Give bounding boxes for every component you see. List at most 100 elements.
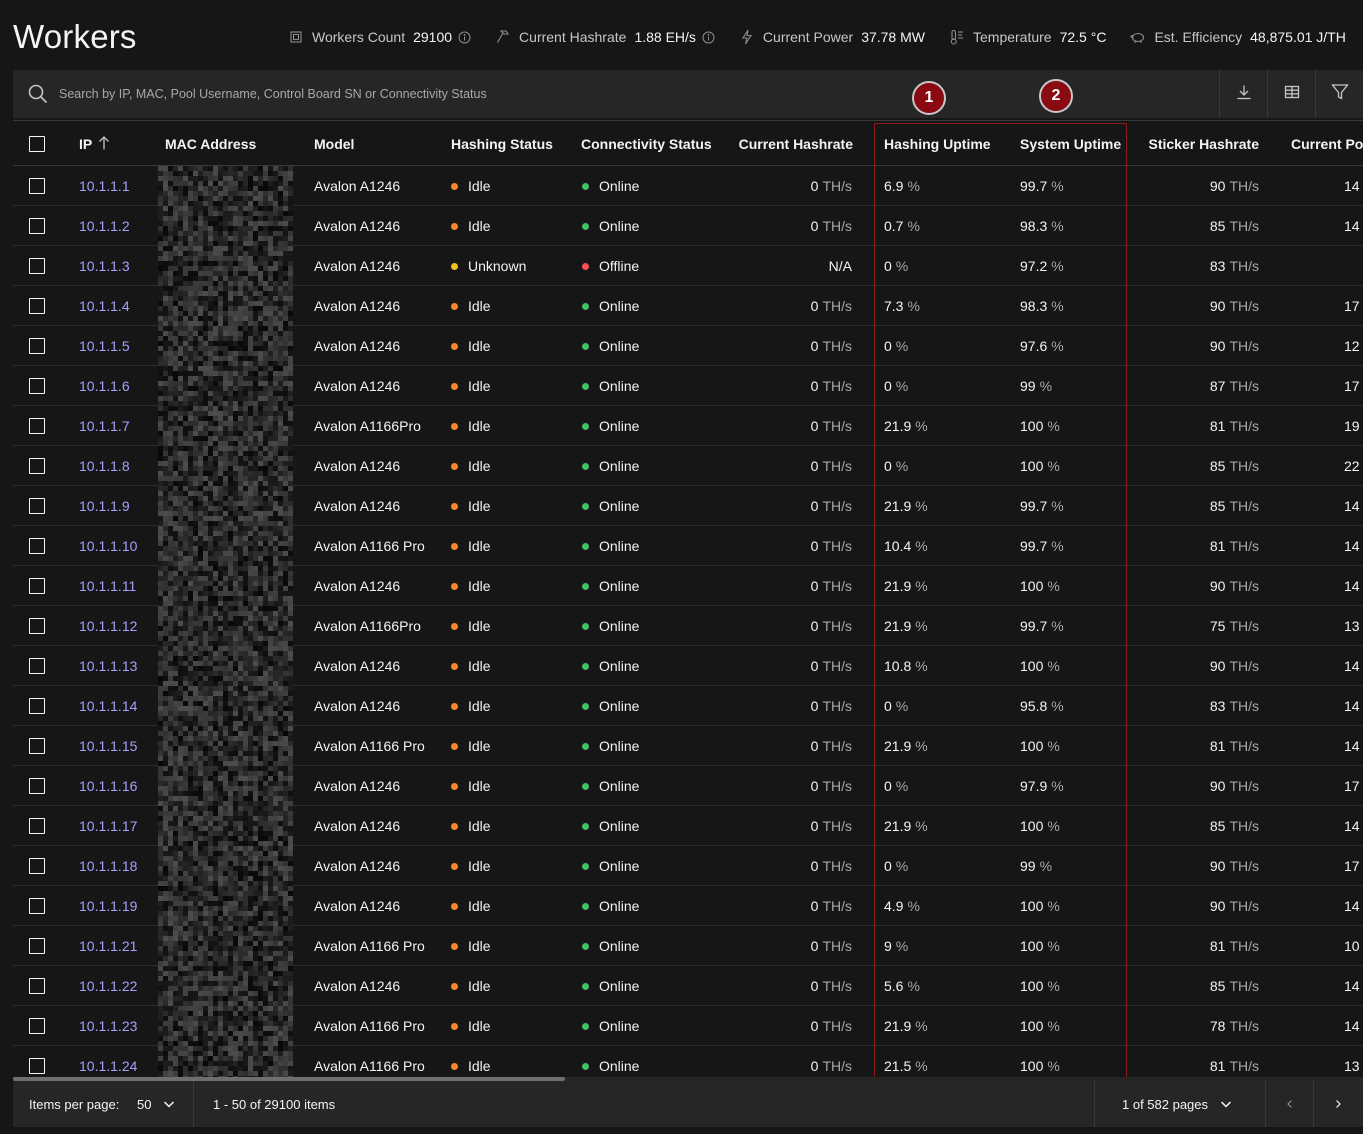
items-per-page-select[interactable]: 50 (137, 1081, 175, 1127)
page-select[interactable]: 1 of 582 pages (1122, 1081, 1232, 1127)
column-header-hashing-uptime[interactable]: Hashing Uptime (884, 121, 991, 167)
row-checkbox[interactable] (29, 766, 45, 806)
current-hashrate-cell: 0 TH/s (810, 298, 852, 314)
system-uptime-cell: 100% (1020, 658, 1060, 674)
row-checkbox[interactable] (29, 286, 45, 326)
status-dot (451, 702, 458, 710)
row-checkbox[interactable] (29, 926, 45, 966)
row-checkbox[interactable] (29, 246, 45, 286)
worker-ip-link[interactable]: 10.1.1.9 (79, 486, 130, 526)
worker-ip-link[interactable]: 10.1.1.1 (79, 166, 130, 206)
column-header-system-uptime[interactable]: System Uptime (1020, 121, 1121, 167)
next-page-button[interactable] (1313, 1081, 1361, 1127)
columns-button[interactable] (1267, 70, 1315, 118)
column-header-connectivity-status[interactable]: Connectivity Status (581, 121, 712, 167)
current-hashrate-cell: 0 TH/s (810, 498, 852, 514)
row-checkbox[interactable] (29, 966, 45, 1006)
system-uptime-cell: 100% (1020, 458, 1060, 474)
row-checkbox[interactable] (29, 1046, 45, 1078)
connectivity-status-cell: Online (582, 486, 639, 526)
row-checkbox[interactable] (29, 566, 45, 606)
worker-ip-link[interactable]: 10.1.1.24 (79, 1046, 137, 1078)
hashing-uptime-cell: 21.9% (884, 418, 928, 434)
worker-ip-link[interactable]: 10.1.1.10 (79, 526, 137, 566)
piggy-bank-icon (1130, 29, 1146, 45)
row-checkbox[interactable] (29, 846, 45, 886)
hashing-status-cell: Idle (451, 526, 491, 566)
column-header-hashing-status[interactable]: Hashing Status (451, 121, 553, 167)
chevron-down-icon (163, 1098, 175, 1110)
column-header-ip[interactable]: IP (79, 121, 110, 167)
hashing-uptime-cell: 0% (884, 778, 909, 794)
stat-label: Est. Efficiency (1154, 29, 1243, 45)
hashing-uptime-cell: 10.4% (884, 538, 928, 554)
model-cell: Avalon A1246 (314, 258, 401, 274)
worker-ip-link[interactable]: 10.1.1.23 (79, 1006, 137, 1046)
download-button[interactable] (1219, 70, 1267, 118)
search-input[interactable] (59, 70, 1209, 118)
worker-ip-link[interactable]: 10.1.1.15 (79, 726, 137, 766)
previous-page-button[interactable] (1265, 1081, 1313, 1127)
filter-button[interactable] (1315, 70, 1363, 118)
worker-ip-link[interactable]: 10.1.1.21 (79, 926, 137, 966)
column-header-current-power[interactable]: Current Power (1291, 121, 1363, 167)
row-checkbox[interactable] (29, 406, 45, 446)
worker-ip-link[interactable]: 10.1.1.7 (79, 406, 130, 446)
status-dot (451, 342, 458, 350)
row-checkbox[interactable] (29, 366, 45, 406)
worker-ip-link[interactable]: 10.1.1.16 (79, 766, 137, 806)
current-power-cell: 22 (1344, 458, 1360, 474)
stat-current-power: Current Power 37.78 MW (739, 29, 925, 45)
system-uptime-cell: 100% (1020, 898, 1060, 914)
row-checkbox[interactable] (29, 886, 45, 926)
row-checkbox[interactable] (29, 206, 45, 246)
column-header-model[interactable]: Model (314, 121, 354, 167)
status-dot (451, 182, 458, 190)
filter-icon (1330, 83, 1349, 106)
row-checkbox[interactable] (29, 646, 45, 686)
status-dot (451, 582, 458, 590)
row-checkbox[interactable] (29, 606, 45, 646)
worker-ip-link[interactable]: 10.1.1.4 (79, 286, 130, 326)
worker-ip-link[interactable]: 10.1.1.19 (79, 886, 137, 926)
row-checkbox[interactable] (29, 726, 45, 766)
status-dot (582, 942, 589, 950)
hashing-status-cell: Idle (451, 966, 491, 1006)
worker-ip-link[interactable]: 10.1.1.18 (79, 846, 137, 886)
worker-ip-link[interactable]: 10.1.1.11 (79, 566, 136, 606)
system-uptime-cell: 97.9% (1020, 778, 1064, 794)
row-checkbox[interactable] (29, 486, 45, 526)
worker-ip-link[interactable]: 10.1.1.5 (79, 326, 130, 366)
column-header-current-hashrate[interactable]: Current Hashrate (713, 121, 853, 167)
status-dot (451, 502, 458, 510)
worker-ip-link[interactable]: 10.1.1.12 (79, 606, 137, 646)
hashing-uptime-cell: 9% (884, 938, 909, 954)
model-cell: Avalon A1246 (314, 578, 401, 594)
column-header-mac-address[interactable]: MAC Address (165, 121, 256, 167)
worker-ip-link[interactable]: 10.1.1.3 (79, 246, 130, 286)
status-dot (582, 1022, 589, 1030)
column-header-sticker-hashrate[interactable]: Sticker Hashrate (1123, 121, 1259, 167)
row-checkbox[interactable] (29, 526, 45, 566)
worker-ip-link[interactable]: 10.1.1.22 (79, 966, 137, 1006)
row-checkbox[interactable] (29, 446, 45, 486)
info-icon[interactable] (702, 31, 715, 44)
worker-ip-link[interactable]: 10.1.1.17 (79, 806, 137, 846)
row-checkbox[interactable] (29, 806, 45, 846)
row-checkbox[interactable] (29, 326, 45, 366)
current-hashrate-cell: 0 TH/s (810, 418, 852, 434)
worker-ip-link[interactable]: 10.1.1.8 (79, 446, 130, 486)
connectivity-status-cell: Online (582, 366, 639, 406)
row-checkbox[interactable] (29, 1006, 45, 1046)
lightning-icon (739, 29, 755, 45)
worker-ip-link[interactable]: 10.1.1.2 (79, 206, 130, 246)
worker-ip-link[interactable]: 10.1.1.13 (79, 646, 137, 686)
hashing-uptime-cell: 21.9% (884, 818, 928, 834)
select-all-checkbox[interactable] (29, 121, 45, 167)
worker-ip-link[interactable]: 10.1.1.6 (79, 366, 130, 406)
info-icon[interactable] (458, 31, 471, 44)
worker-ip-link[interactable]: 10.1.1.14 (79, 686, 137, 726)
row-checkbox[interactable] (29, 166, 45, 206)
hashing-status-cell: Unknown (451, 246, 526, 286)
row-checkbox[interactable] (29, 686, 45, 726)
